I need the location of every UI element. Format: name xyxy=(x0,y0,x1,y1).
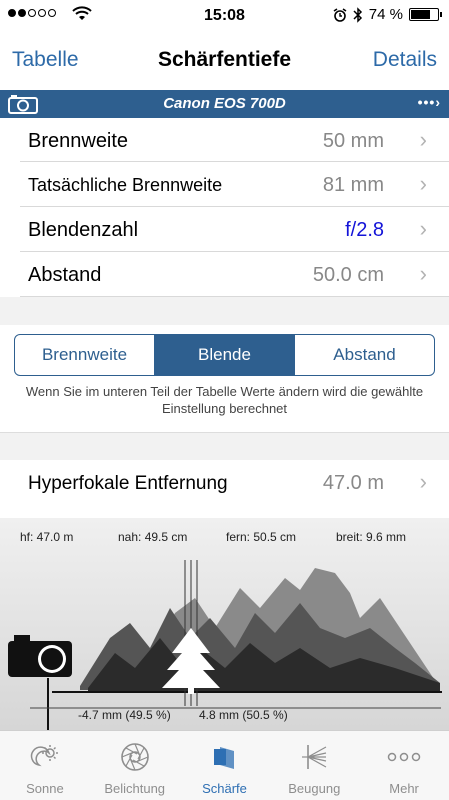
segment-hint-text: Wenn Sie im unteren Teil der Tabelle Wer… xyxy=(25,384,424,416)
mountain-landscape-graphic xyxy=(0,518,449,730)
tab-schaerfe[interactable]: Schärfe xyxy=(180,731,270,800)
segment-brennweite[interactable]: Brennweite xyxy=(15,335,155,375)
camera-selector[interactable]: Canon EOS 700D •••› xyxy=(0,90,449,118)
hyperfocal-readout: hf: 47.0 m xyxy=(20,530,74,544)
tab-belichtung[interactable]: Belichtung xyxy=(90,731,180,800)
camera-name: Canon EOS 700D xyxy=(163,95,286,112)
battery-icon xyxy=(409,8,442,21)
tab-label: Sonne xyxy=(26,781,64,796)
row-blendenzahl[interactable]: Blendenzahl f/2.8 › xyxy=(20,207,449,252)
chevron-right-icon: › xyxy=(419,127,427,152)
battery-percentage: 74 % xyxy=(368,6,403,23)
row-value: 50.0 cm xyxy=(312,264,384,286)
tab-label: Schärfe xyxy=(202,781,247,796)
row-label: Blendenzahl xyxy=(28,219,139,241)
row-value: 47.0 m xyxy=(322,472,384,494)
chevron-right-icon: › xyxy=(419,261,427,286)
row-tatsaechliche-brennweite[interactable]: Tatsächliche Brennweite 81 mm › xyxy=(20,162,449,207)
row-label: Abstand xyxy=(28,264,102,286)
tab-bar: Sonne Belichtung Schärfe Beugung Mehr xyxy=(0,730,449,800)
more-icon xyxy=(387,752,421,762)
tab-beugung[interactable]: Beugung xyxy=(269,731,359,800)
chevron-right-icon: › xyxy=(419,469,427,494)
calculate-mode-segmented-control[interactable]: Brennweite Blende Abstand xyxy=(14,334,435,376)
row-label: Hyperfokale Entfernung xyxy=(28,473,228,494)
row-label: Tatsächliche Brennweite xyxy=(28,175,223,195)
front-depth-readout: -4.7 mm (49.5 %) xyxy=(78,708,171,722)
sun-moon-icon xyxy=(30,745,58,767)
row-value: 50 mm xyxy=(322,130,384,152)
aperture-icon xyxy=(120,743,149,771)
diffraction-icon xyxy=(302,745,327,769)
row-value: f/2.8 xyxy=(345,219,384,241)
section-gap xyxy=(0,297,449,325)
row-value: 81 mm xyxy=(322,174,384,196)
segment-blende[interactable]: Blende xyxy=(155,335,295,375)
segment-abstand[interactable]: Abstand xyxy=(295,335,434,375)
total-depth-readout: breit: 9.6 mm xyxy=(336,530,407,544)
tab-label: Beugung xyxy=(288,781,341,796)
battery-fill xyxy=(411,10,430,19)
tab-label: Mehr xyxy=(389,781,419,796)
bluetooth-icon xyxy=(353,6,362,23)
chevron-right-icon: › xyxy=(419,171,427,196)
near-limit-readout: nah: 49.5 cm xyxy=(118,530,188,544)
camera-graphic-icon xyxy=(8,635,72,677)
tab-sonne[interactable]: Sonne xyxy=(0,731,90,800)
depth-of-field-graph: hf: 47.0 m nah: 49.5 cm fern: 50.5 cm br… xyxy=(0,518,449,730)
row-label: Brennweite xyxy=(28,130,129,152)
camera-more-icon[interactable]: •••› xyxy=(418,94,441,110)
alarm-icon xyxy=(333,7,347,22)
tab-mehr[interactable]: Mehr xyxy=(359,731,449,800)
rear-depth-readout: 4.8 mm (50.5 %) xyxy=(199,708,288,722)
far-limit-readout: fern: 50.5 cm xyxy=(226,530,297,544)
navigation-bar: Tabelle Schärfentiefe Details xyxy=(0,32,449,90)
section-gap xyxy=(0,432,449,460)
tab-label: Belichtung xyxy=(104,781,166,796)
depth-icon xyxy=(214,747,235,769)
row-hyperfokale-entfernung[interactable]: Hyperfokale Entfernung 47.0 m › xyxy=(20,460,449,506)
details-button[interactable]: Details xyxy=(373,48,437,72)
row-brennweite[interactable]: Brennweite 50 mm › xyxy=(20,118,449,162)
status-bar: 15:08 74 % xyxy=(0,0,449,32)
chevron-right-icon: › xyxy=(419,216,427,241)
row-abstand[interactable]: Abstand 50.0 cm › xyxy=(20,252,449,297)
